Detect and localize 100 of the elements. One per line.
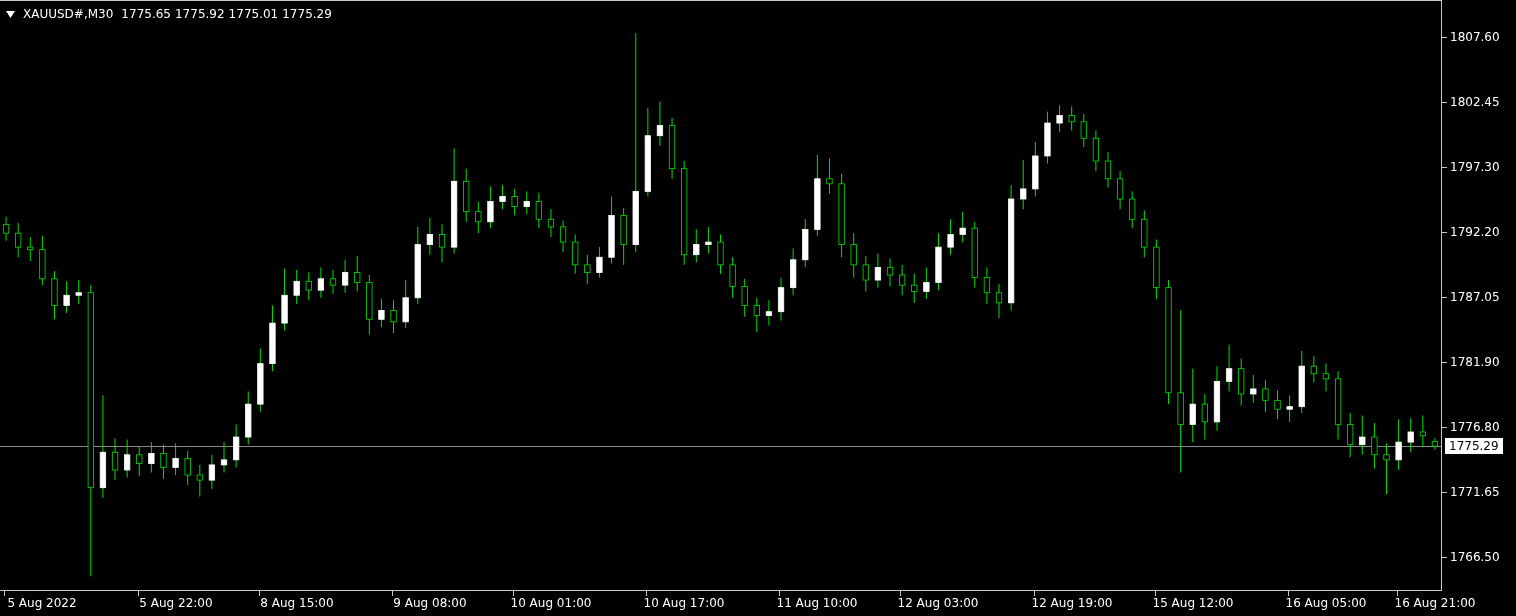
candle-wick: [1373, 422, 1375, 470]
candle-wick: [1386, 442, 1387, 495]
price-value: 1775.92: [175, 7, 225, 21]
candle-wick: [950, 218, 952, 256]
time-axis-label: 11 Aug 10:00: [776, 596, 858, 610]
candle-wick: [586, 254, 588, 285]
candle-wick: [1131, 190, 1133, 229]
candle-wick: [332, 269, 334, 295]
candle-wick: [1204, 393, 1206, 441]
price-value: 1775.65: [121, 7, 171, 21]
candle-wick: [1313, 355, 1315, 384]
candle-wick: [296, 269, 298, 305]
candle-wick: [829, 158, 830, 195]
price-tick-label: 1787.05: [1450, 290, 1500, 304]
time-axis-label: 10 Aug 01:00: [510, 596, 592, 610]
candle-wick: [901, 264, 903, 296]
candle-wick: [1361, 415, 1363, 456]
candle-wick: [853, 232, 855, 278]
candle-wick: [526, 190, 528, 215]
candle-wick: [1022, 159, 1024, 210]
price-tick-label: 1792.20: [1450, 225, 1500, 239]
price-value: 1775.29: [282, 7, 332, 21]
candle-wick: [441, 223, 443, 263]
candle-wick: [356, 255, 358, 292]
candle-wick: [889, 258, 891, 287]
candle-wick: [150, 441, 152, 473]
candle-wick: [1422, 415, 1424, 448]
candle-wick: [78, 279, 80, 305]
candle-wick: [211, 454, 213, 490]
candle-wick: [732, 256, 734, 299]
candle-wick: [514, 188, 516, 216]
candle-wick: [720, 233, 721, 275]
time-axis-label: 12 Aug 03:00: [897, 596, 979, 610]
candle-wick: [320, 266, 322, 299]
candle-wick: [1059, 104, 1061, 133]
candle-wick: [1398, 418, 1400, 471]
price-tick-label: 1771.65: [1450, 485, 1500, 499]
candle-wick: [1083, 113, 1085, 148]
time-axis-label: 15 Aug 12:00: [1152, 596, 1234, 610]
candle-wick: [162, 444, 164, 480]
candle-wick: [17, 222, 19, 258]
candle-wick: [344, 259, 346, 294]
candle-wick: [1289, 394, 1291, 423]
candle-wick: [744, 278, 746, 318]
price-tick-label: 1776.80: [1450, 420, 1500, 434]
candle-wick: [1410, 417, 1412, 453]
price-tick-label: 1807.60: [1450, 30, 1500, 44]
dropdown-triangle-icon[interactable]: [6, 10, 15, 18]
candle-wick: [429, 217, 431, 256]
candle-wick: [1434, 437, 1436, 451]
candle-wick: [1228, 344, 1230, 392]
time-axis-label: 16 Aug 21:00: [1394, 596, 1476, 610]
time-axis-label: 5 Aug 2022: [7, 596, 77, 610]
candle-wick: [562, 220, 564, 253]
time-axis-label: 16 Aug 05:00: [1285, 596, 1367, 610]
candle-wick: [659, 101, 661, 147]
candle-wick: [5, 216, 7, 242]
candle-wick: [1107, 151, 1109, 189]
candle-wick: [1095, 130, 1097, 172]
candle-wick: [986, 266, 988, 305]
candle-wick: [393, 299, 395, 334]
candle-wick: [550, 208, 552, 238]
candle-wick: [126, 439, 128, 479]
candle-wick: [877, 252, 879, 289]
candle-wick: [768, 299, 770, 327]
candle-wick: [695, 228, 697, 263]
price-tick-label: 1797.30: [1450, 160, 1500, 174]
price-tick-label: 1781.90: [1450, 355, 1500, 369]
candle-wick: [1325, 363, 1327, 392]
candle-wick: [1071, 106, 1073, 132]
candle-wick: [1349, 412, 1351, 458]
candle-wick: [1119, 170, 1121, 210]
candle-wick: [66, 280, 68, 314]
current-price-label: 1775.29: [1445, 438, 1503, 454]
candle-wick: [308, 271, 310, 301]
time-axis-label: 10 Aug 17:00: [643, 596, 725, 610]
candle-wick: [477, 201, 479, 234]
time-axis-label: 12 Aug 19:00: [1031, 596, 1113, 610]
candle-wick: [489, 185, 491, 229]
candle-wick: [29, 236, 31, 262]
candle-wick: [865, 255, 867, 292]
candle-wick: [114, 437, 116, 481]
candle-wick: [187, 450, 189, 486]
candle-wick: [1264, 379, 1266, 413]
candle-wick: [925, 266, 927, 300]
candle-wick: [574, 233, 576, 275]
time-axis-label: 8 Aug 15:00: [260, 596, 334, 610]
time-axis-label: 5 Aug 22:00: [139, 596, 213, 610]
candle-wick: [1277, 389, 1279, 420]
candle-wick: [538, 192, 540, 229]
candle-wick: [502, 184, 504, 210]
candle-wick: [175, 442, 177, 476]
candle-wick: [138, 445, 140, 477]
candle-wick: [1252, 374, 1254, 404]
price-value: 1775.01: [228, 7, 279, 21]
candle-wick: [756, 297, 758, 333]
candle-wick: [380, 298, 382, 328]
symbol-label: XAUUSD#,M30: [23, 7, 114, 21]
time-axis-label: 9 Aug 08:00: [393, 596, 467, 610]
price-tick-label: 1766.50: [1450, 550, 1500, 564]
